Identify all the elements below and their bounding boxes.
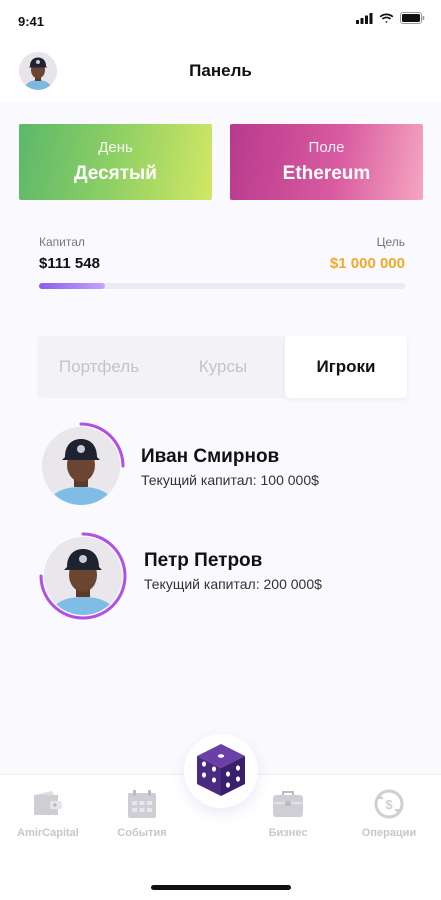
player-avatar-wrap (37, 422, 125, 510)
dice-icon (197, 744, 245, 796)
main-content: День Десятый Поле Ethereum Капитал $111 … (0, 102, 441, 774)
header: Панель (0, 44, 441, 102)
svg-text:$: $ (385, 797, 393, 812)
player-list-item[interactable]: Иван Смирнов Текущий капитал: 100 000$ (0, 422, 441, 512)
player-name: Петр Петров (144, 550, 263, 571)
goal-label: Цель (376, 235, 405, 249)
nav-label-amircapital: AmirCapital (17, 827, 79, 839)
page-title: Панель (189, 61, 252, 80)
field-card-value: Ethereum (282, 163, 371, 184)
exchange-icon: $ (374, 789, 404, 819)
player-capital: Текущий капитал: 100 000$ (141, 472, 319, 488)
nav-item-operations[interactable]: $ Операции (344, 789, 434, 839)
tab-bar: Портфель Курсы Игроки (37, 336, 407, 398)
status-icons (356, 12, 425, 24)
player-capital: Текущий капитал: 200 000$ (144, 576, 322, 592)
nav-item-business[interactable]: Бизнес (243, 789, 333, 839)
cellular-signal-icon (356, 12, 373, 24)
wifi-icon (379, 13, 394, 23)
status-bar: 9:41 (0, 0, 441, 44)
briefcase-icon (273, 791, 303, 817)
nav-item-events[interactable]: События (97, 789, 187, 839)
tab-rates[interactable]: Курсы (161, 336, 285, 398)
capital-value: $111 548 (39, 255, 100, 272)
player-progress-ring (79, 422, 125, 468)
nav-label-operations: Операции (361, 827, 417, 839)
capital-progress-fill (39, 283, 105, 289)
nav-label-events: События (117, 827, 167, 839)
field-card[interactable]: Поле Ethereum (230, 124, 423, 200)
player-list-item[interactable]: Петр Петров Текущий капитал: 200 000$ (0, 530, 441, 620)
tab-portfolio[interactable]: Портфель (37, 336, 161, 398)
calendar-icon (128, 790, 156, 818)
player-progress-ring (39, 532, 127, 620)
home-indicator[interactable] (151, 885, 291, 890)
day-card-value: Десятый (74, 163, 157, 184)
tab-players[interactable]: Игроки (285, 336, 407, 398)
player-name: Иван Смирнов (141, 446, 280, 467)
nav-item-amircapital[interactable]: AmirCapital (3, 789, 93, 839)
day-card-label: День (98, 139, 133, 156)
roll-dice-button[interactable] (184, 734, 258, 808)
wallet-icon (34, 791, 62, 815)
capital-progress-bar (39, 283, 405, 289)
player-avatar-wrap (39, 532, 127, 620)
status-time: 9:41 (18, 14, 45, 29)
battery-icon (400, 12, 425, 24)
field-card-label: Поле (308, 139, 345, 156)
goal-value: $1 000 000 (329, 255, 405, 272)
day-card[interactable]: День Десятый (19, 124, 212, 200)
nav-label-business: Бизнес (268, 827, 308, 839)
capital-label: Капитал (39, 235, 85, 249)
